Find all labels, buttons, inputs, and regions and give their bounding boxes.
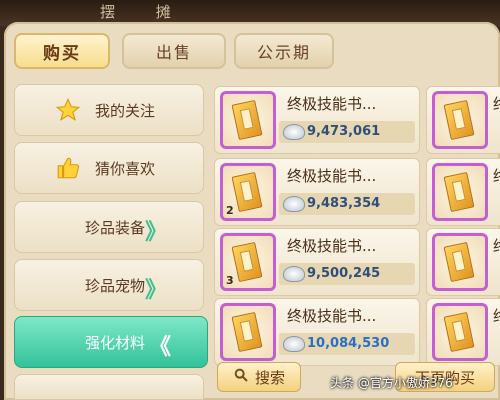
item-name: 终极技能书... <box>287 95 377 113</box>
listing-card[interactable]: 3 终极技能书... 9,500,245 <box>214 228 420 296</box>
sidebar-item-label: 珍品宠物 <box>85 277 146 295</box>
skill-book-icon <box>220 91 276 149</box>
price-bar: 9,500,245 <box>279 263 415 285</box>
item-name-partial: 终 <box>493 235 500 256</box>
listing-card[interactable]: 2 终极技能书... 9,483,354 <box>214 158 420 226</box>
silver-ingot-icon <box>283 336 305 352</box>
sidebar-item-favorites[interactable]: 我的关注 <box>14 84 204 136</box>
price-bar: 10,084,530 <box>279 333 415 355</box>
item-price: 9,500,245 <box>307 266 381 281</box>
sidebar-item-rare-pets[interactable]: 珍品宠物 》 <box>14 259 204 311</box>
price-bar: 9,473,061 <box>279 121 415 143</box>
sidebar-item-label: 强化材料 <box>85 334 146 352</box>
tab-public-label: 公示期 <box>256 43 311 62</box>
item-name-partial: 终 <box>493 93 500 114</box>
item-price: 10,084,530 <box>307 336 390 351</box>
price-bar: 9,483,354 <box>279 193 415 215</box>
listing-card[interactable]: 终极技能书... 9,473,061 <box>214 86 420 154</box>
sidebar-item-label: 猜你喜欢 <box>95 160 156 178</box>
listing-card-partial[interactable]: 终 <box>426 228 500 296</box>
skill-book-icon <box>432 303 488 361</box>
thumbs-up-icon <box>55 155 81 181</box>
sidebar-item-label: 珍品装备 <box>85 219 146 237</box>
sidebar-item-rare-equipment[interactable]: 珍品装备 》 <box>14 201 204 253</box>
listing-card-partial[interactable]: 终 <box>426 86 500 154</box>
sidebar-item-partial[interactable] <box>14 374 204 400</box>
item-price: 9,483,354 <box>307 196 381 211</box>
tab-sell[interactable]: 出售 <box>122 33 226 69</box>
skill-book-icon: 3 <box>220 233 276 291</box>
star-icon <box>55 97 81 123</box>
search-button-label: 搜索 <box>254 368 285 387</box>
listing-card-partial[interactable]: 终 <box>426 298 500 366</box>
listing-card-partial[interactable]: 终 <box>426 158 500 226</box>
item-name: 终极技能书... <box>287 167 377 185</box>
chevron-right-icon: 》 <box>144 278 167 303</box>
item-quantity: 3 <box>226 274 234 287</box>
chevron-left-icon: 《 <box>148 335 171 360</box>
item-quantity: 2 <box>226 204 234 217</box>
skill-book-icon <box>432 91 488 149</box>
skill-book-icon <box>432 233 488 291</box>
search-button[interactable]: 搜索 <box>217 362 301 392</box>
listing-card[interactable]: 终极技能书... 10,084,530 <box>214 298 420 366</box>
item-name: 终极技能书... <box>287 237 377 255</box>
window-title: 摆 摊 <box>100 3 189 21</box>
sidebar-item-recommend[interactable]: 猜你喜欢 <box>14 142 204 194</box>
watermark: 头条 @官方小傲娇376 <box>330 376 453 390</box>
skill-book-icon: 2 <box>220 163 276 221</box>
silver-ingot-icon <box>283 124 305 140</box>
item-name-partial: 终 <box>493 305 500 326</box>
sidebar-item-label: 我的关注 <box>95 102 156 120</box>
tab-buy-label: 购买 <box>43 43 81 64</box>
silver-ingot-icon <box>283 196 305 212</box>
skill-book-icon <box>432 163 488 221</box>
search-icon <box>233 367 249 387</box>
tab-sell-label: 出售 <box>155 43 192 62</box>
item-price: 9,473,061 <box>307 124 381 139</box>
item-name-partial: 终 <box>493 165 500 186</box>
sidebar-item-materials[interactable]: 强化材料 《 <box>14 316 208 368</box>
item-name: 终极技能书... <box>287 307 377 325</box>
skill-book-icon <box>220 303 276 361</box>
silver-ingot-icon <box>283 266 305 282</box>
tab-buy[interactable]: 购买 <box>14 33 110 69</box>
chevron-right-icon: 》 <box>144 220 167 245</box>
tab-public[interactable]: 公示期 <box>234 33 334 69</box>
